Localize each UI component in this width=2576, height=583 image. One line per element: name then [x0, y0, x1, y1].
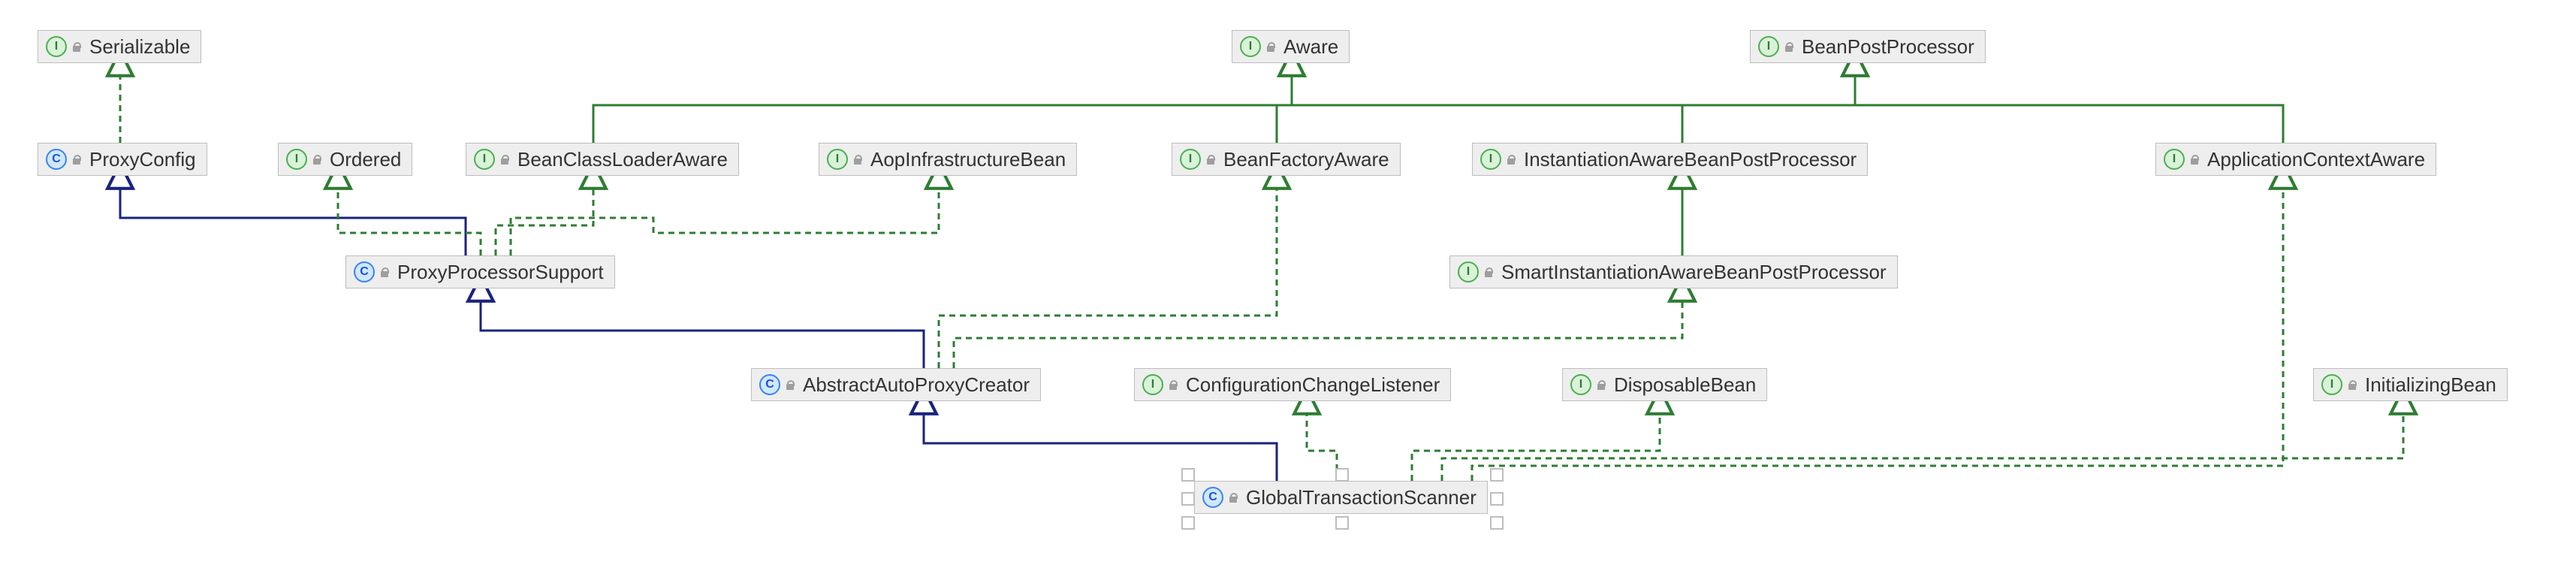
uml-node-ProxyProcessorSupport[interactable]: C ProxyProcessorSupport — [345, 255, 615, 288]
node-label: ConfigurationChangeListener — [1183, 373, 1440, 397]
interface-icon: I — [474, 149, 495, 170]
uml-node-ApplicationContextAware[interactable]: I ApplicationContextAware — [2155, 143, 2436, 176]
lock-icon — [1596, 379, 1606, 390]
node-label: ProxyProcessorSupport — [394, 261, 604, 284]
node-label: Ordered — [327, 148, 401, 171]
node-label: AopInfrastructureBean — [867, 148, 1066, 171]
interface-icon: I — [1570, 374, 1591, 395]
interface-icon: I — [1458, 261, 1479, 282]
interface-icon: I — [827, 149, 848, 170]
node-label: DisposableBean — [1611, 373, 1756, 397]
lock-icon — [852, 154, 863, 165]
node-label: BeanFactoryAware — [1220, 148, 1389, 171]
uml-node-InstantiationAwareBPP[interactable]: I InstantiationAwareBeanPostProcessor — [1472, 143, 1868, 176]
lock-icon — [499, 154, 510, 165]
interface-icon: I — [1142, 374, 1163, 395]
uml-node-Ordered[interactable]: I Ordered — [278, 143, 412, 176]
class-icon: C — [759, 374, 780, 395]
node-label: GlobalTransactionScanner — [1243, 486, 1477, 509]
node-label: ProxyConfig — [86, 148, 196, 171]
lock-icon — [1483, 267, 1494, 277]
class-icon: C — [354, 261, 375, 282]
uml-node-DisposableBean[interactable]: I DisposableBean — [1562, 368, 1767, 401]
node-label: SmartInstantiationAwareBeanPostProcessor — [1498, 261, 1887, 284]
node-label: Serializable — [86, 35, 190, 59]
lock-icon — [71, 154, 82, 165]
uml-node-BeanClassLoaderAware[interactable]: I BeanClassLoaderAware — [466, 143, 739, 176]
lock-icon — [1506, 154, 1516, 165]
interface-icon: I — [286, 149, 307, 170]
interface-icon: I — [2164, 149, 2185, 170]
uml-node-ConfigChangeListener[interactable]: I ConfigurationChangeListener — [1134, 368, 1451, 401]
uml-node-SmartInstBPP[interactable]: I SmartInstantiationAwareBeanPostProcesso… — [1449, 255, 1898, 288]
lock-icon — [2347, 379, 2357, 390]
lock-icon — [1205, 154, 1216, 165]
node-label: BeanPostProcessor — [1799, 35, 1974, 59]
node-label: InitializingBean — [2362, 373, 2496, 397]
lock-icon — [312, 154, 322, 165]
lock-icon — [2189, 154, 2200, 165]
node-label: BeanClassLoaderAware — [514, 148, 728, 171]
node-label: InstantiationAwareBeanPostProcessor — [1521, 148, 1857, 171]
interface-icon: I — [1758, 36, 1779, 57]
node-label: Aware — [1280, 35, 1338, 59]
class-icon: C — [46, 149, 67, 170]
class-icon: C — [1202, 487, 1223, 508]
lock-icon — [1228, 492, 1238, 503]
interface-icon: I — [2321, 374, 2342, 395]
uml-node-BeanFactoryAware[interactable]: I BeanFactoryAware — [1172, 143, 1401, 176]
uml-node-AbstractAutoProxyCreator[interactable]: C AbstractAutoProxyCreator — [751, 368, 1041, 401]
uml-node-BeanPostProcessor[interactable]: I BeanPostProcessor — [1750, 30, 1986, 63]
lock-icon — [379, 267, 390, 277]
uml-node-Aware[interactable]: I Aware — [1232, 30, 1350, 63]
lock-icon — [1265, 41, 1276, 52]
lock-icon — [1784, 41, 1794, 52]
node-label: AbstractAutoProxyCreator — [800, 373, 1030, 397]
lock-icon — [785, 379, 795, 390]
lock-icon — [71, 41, 82, 52]
interface-icon: I — [1480, 149, 1501, 170]
uml-node-Serializable[interactable]: I Serializable — [38, 30, 201, 63]
interface-icon: I — [1240, 36, 1261, 57]
uml-node-InitializingBean[interactable]: I InitializingBean — [2313, 368, 2508, 401]
interface-icon: I — [46, 36, 67, 57]
interface-icon: I — [1180, 149, 1201, 170]
node-label: ApplicationContextAware — [2204, 148, 2425, 171]
uml-node-GlobalTransactionScanner[interactable]: C GlobalTransactionScanner — [1194, 481, 1488, 514]
uml-node-ProxyConfig[interactable]: C ProxyConfig — [38, 143, 207, 176]
lock-icon — [1168, 379, 1178, 390]
uml-node-AopInfrastructureBean[interactable]: I AopInfrastructureBean — [819, 143, 1077, 176]
